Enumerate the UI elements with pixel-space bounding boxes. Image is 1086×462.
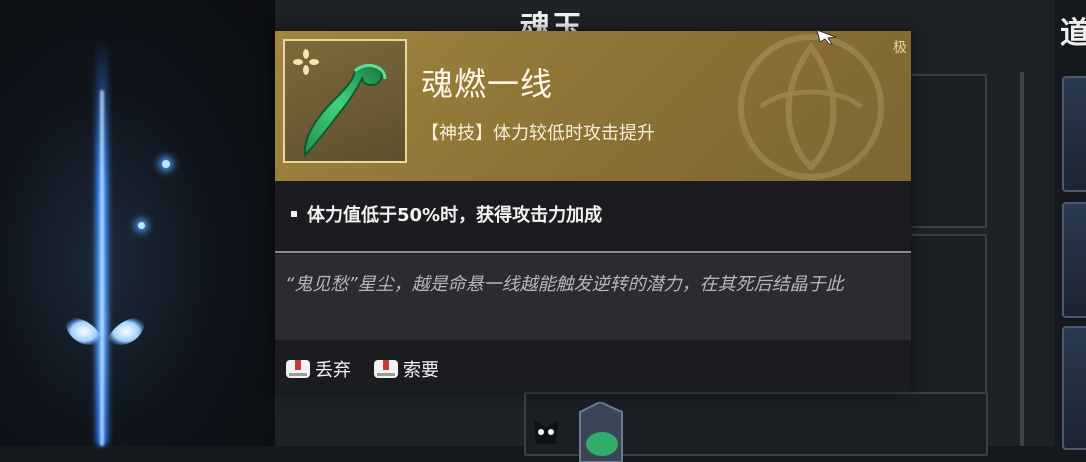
tooltip-actions: 丢弃 索要 — [285, 354, 439, 384]
inventory-slot[interactable] — [905, 234, 987, 398]
discard-label: 丢弃 — [315, 360, 351, 381]
item-tooltip: 极 魂燃一线 【神技】体力较低时攻击提升 体力值低于50%时，获得攻击力加成 “… — [275, 29, 911, 391]
bullet-icon — [291, 211, 297, 217]
panel-divider — [1020, 72, 1024, 446]
controller-button-icon — [374, 360, 398, 378]
sparkle-particle — [138, 222, 145, 229]
item-skill-tag: 【神技】体力较低时攻击提升 — [421, 123, 655, 144]
tooltip-header: 极 魂燃一线 【神技】体力较低时攻击提升 — [275, 31, 911, 181]
item-name: 魂燃一线 — [421, 65, 554, 103]
emblem-watermark-icon — [738, 34, 884, 180]
background-scene — [0, 0, 275, 446]
request-button[interactable]: 索要 — [373, 354, 439, 384]
side-card[interactable] — [1062, 326, 1086, 450]
jade-item-icon[interactable] — [560, 402, 640, 462]
inventory-slot[interactable] — [905, 74, 987, 228]
light-beam-core — [100, 90, 104, 446]
mouse-cursor-icon — [816, 29, 837, 45]
request-label: 索要 — [403, 360, 439, 381]
jade-blade-icon — [303, 63, 387, 158]
grade-label: 极 — [893, 40, 907, 56]
divider — [275, 251, 911, 253]
lore-box: “鬼见愁”星尘，越是命悬一线越能触发逆转的潜力，在其死后结晶于此 — [275, 254, 911, 340]
right-panel-title: 道 — [1060, 16, 1086, 51]
side-card[interactable] — [1062, 76, 1086, 192]
controller-button-icon — [286, 360, 310, 378]
item-effect-text: 体力值低于50%时，获得攻击力加成 — [307, 205, 603, 226]
item-icon-frame — [283, 39, 407, 163]
owl-mask-icon — [534, 420, 558, 444]
item-effect: 体力值低于50%时，获得攻击力加成 — [291, 201, 602, 227]
side-card[interactable] — [1062, 202, 1086, 318]
discard-button[interactable]: 丢弃 — [285, 354, 351, 384]
item-lore: “鬼见愁”星尘，越是命悬一线越能触发逆转的潜力，在其死后结晶于此 — [285, 274, 844, 295]
glowing-butterfly-icon — [65, 318, 145, 345]
sparkle-particle — [162, 160, 170, 168]
